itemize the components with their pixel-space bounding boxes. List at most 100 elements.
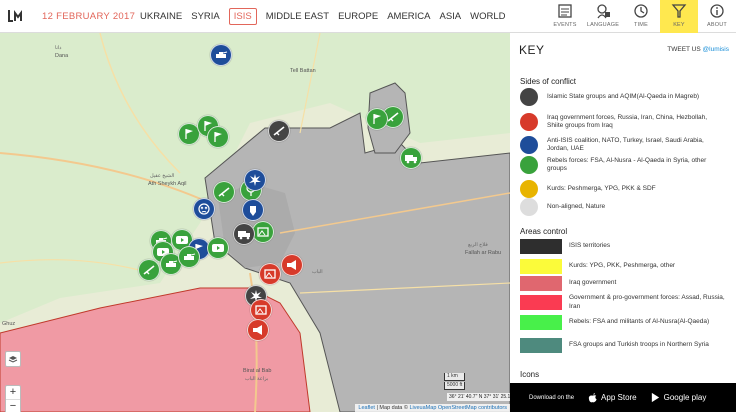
photo-marker[interactable] <box>250 299 272 321</box>
key-title: KEY <box>519 43 545 57</box>
dead-face-icon <box>198 203 210 215</box>
area-color-swatch <box>520 276 562 291</box>
rifle-icon <box>273 126 285 136</box>
area-label: Iraq government <box>569 279 617 287</box>
toolbar: EVENTS LANGUAGE TIME KEY ABOUT <box>546 0 736 33</box>
flag-marker[interactable] <box>366 108 388 130</box>
zoom-in-button[interactable]: + <box>6 386 20 400</box>
language-icon <box>597 4 610 19</box>
flag-icon <box>373 114 381 124</box>
map-attribution: Leaflet | Map data © LiveuaMap OpenStree… <box>355 404 510 412</box>
rifle-marker[interactable] <box>213 181 235 203</box>
nav-world[interactable]: WORLD <box>470 11 505 25</box>
about-icon <box>710 4 724 18</box>
video-marker[interactable] <box>207 237 229 259</box>
layers-icon <box>8 356 18 363</box>
tank-icon <box>166 260 178 267</box>
tweet-us-link[interactable]: TWEET US @lumisis <box>667 46 729 53</box>
flag-marker[interactable] <box>207 126 229 148</box>
nav-america[interactable]: AMERICA <box>387 11 430 25</box>
layers-button[interactable] <box>5 351 21 367</box>
explosion-marker[interactable] <box>244 169 266 191</box>
key-panel: KEY TWEET US @lumisis Sides of conflict … <box>510 33 736 383</box>
attribution-separator: | Map data © <box>374 405 410 411</box>
events-label: EVENTS <box>553 22 577 28</box>
rifle-icon <box>143 265 155 275</box>
zoom-control: + − <box>5 385 21 412</box>
app-download-bar: Download on the App Store Google play <box>510 383 736 412</box>
megaphone-marker[interactable] <box>281 254 303 276</box>
key-button[interactable]: KEY <box>660 0 698 33</box>
nav-middle-east[interactable]: MIDDLE EAST <box>266 11 329 25</box>
nav-syria[interactable]: SYRIA <box>191 11 220 25</box>
town-birat-al-bab-ar: بزاعة الباب <box>245 376 269 382</box>
flag-icon <box>214 132 222 142</box>
truck-marker[interactable] <box>400 147 422 169</box>
scale-imperial: 5000 ft <box>444 382 466 390</box>
megaphone-marker[interactable] <box>247 319 269 341</box>
bomb-icon <box>250 206 256 216</box>
events-button[interactable]: EVENTS <box>546 0 584 33</box>
area-label: Government & pro-government forces: Assa… <box>569 294 725 310</box>
side-label: Iraq government forces, Russia, Iran, Ch… <box>547 113 708 130</box>
side-color-dot <box>520 198 538 216</box>
town-fallah-ar-rabu-ar: فلاح الربع <box>468 242 488 248</box>
time-button[interactable]: TIME <box>622 0 660 33</box>
area-control-item: Rebels: FSA and militants of Al-Nusra(Al… <box>520 315 725 330</box>
nav-europe[interactable]: EUROPE <box>338 11 378 25</box>
current-date[interactable]: 12 FEBRUARY 2017 <box>42 11 135 22</box>
area-label: Kurds: YPG, PKK, Peshmerga, other <box>569 262 676 270</box>
area-color-swatch <box>520 315 562 330</box>
rifle-icon <box>218 187 230 197</box>
about-label: ABOUT <box>707 22 727 28</box>
bomb-marker[interactable] <box>242 199 264 221</box>
area-control-item: Iraq government <box>520 276 725 291</box>
side-label: Rebels forces: FSA, Al-Nusra - Al-Qaeda … <box>547 156 707 173</box>
nav-isis[interactable]: ISIS <box>228 8 257 25</box>
app-store-button[interactable]: App Store <box>587 392 637 403</box>
scale-bar: 1 km 5000 ft <box>444 373 466 391</box>
side-of-conflict-item: Non-aligned, Nature <box>520 198 725 216</box>
nav-ukraine[interactable]: UKRAINE <box>140 11 182 25</box>
town-al-bab-ar: الباب <box>312 269 323 275</box>
area-color-swatch <box>520 259 562 274</box>
rifle-marker[interactable] <box>138 259 160 281</box>
key-label: KEY <box>673 22 685 28</box>
rifle-marker[interactable] <box>268 120 290 142</box>
lum-logo-icon[interactable] <box>7 8 23 24</box>
tank-marker[interactable] <box>178 246 200 268</box>
language-button[interactable]: LANGUAGE <box>584 0 622 33</box>
scale-metric: 1 km <box>444 373 466 381</box>
side-color-dot <box>520 180 538 198</box>
attribution-links[interactable]: LiveuaMap OpenStreetMap contributors <box>409 405 507 411</box>
town-ath-sheykh-aqil: Ath Sheykh Aqil <box>148 181 187 187</box>
zoom-out-button[interactable]: − <box>6 400 20 412</box>
area-label: Rebels: FSA and militants of Al-Nusra(Al… <box>569 318 710 326</box>
twitter-handle[interactable]: @lumisis <box>703 46 729 53</box>
google-play-icon <box>651 392 659 403</box>
map-canvas[interactable]: Dana دانا Tell Battan Ath Sheykh Aqil ال… <box>0 33 510 412</box>
about-button[interactable]: ABOUT <box>698 0 736 33</box>
truck-marker[interactable] <box>233 223 255 245</box>
events-icon <box>558 4 572 18</box>
town-dana-ar: دانا <box>55 45 62 51</box>
cursor-coordinates: 36° 21' 40.7" N 37° 31' 25.1" E <box>447 393 510 401</box>
icons-title: Icons <box>520 370 540 379</box>
leaflet-link[interactable]: Leaflet <box>358 405 375 411</box>
time-label: TIME <box>634 22 648 28</box>
sides-of-conflict-title: Sides of conflict <box>520 77 577 86</box>
google-play-button[interactable]: Google play <box>650 392 706 403</box>
side-of-conflict-item: Islamic State groups and AQIM(Al-Qaeda i… <box>520 88 725 106</box>
photo-marker[interactable] <box>259 263 281 285</box>
tank-marker[interactable] <box>210 44 232 66</box>
casualties-marker[interactable] <box>193 198 215 220</box>
tweet-prefix: TWEET US <box>667 46 703 53</box>
photo-marker[interactable] <box>252 221 274 243</box>
photo-icon <box>264 269 276 279</box>
side-of-conflict-item: Anti-ISIS coalition, NATO, Turkey, Israe… <box>520 136 725 154</box>
flag-icon <box>185 129 193 139</box>
truck-icon <box>405 155 417 164</box>
nav-asia[interactable]: ASIA <box>439 11 461 25</box>
side-of-conflict-item: Rebels forces: FSA, Al-Nusra - Al-Qaeda … <box>520 156 725 174</box>
town-ghuz: Ghuz <box>2 321 16 327</box>
